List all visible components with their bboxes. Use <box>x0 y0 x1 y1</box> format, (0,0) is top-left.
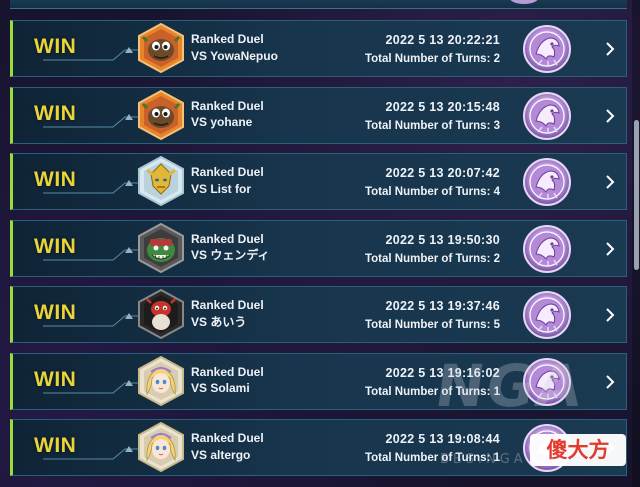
duel-datetime: 2022 5 13 19:08:44 <box>385 432 500 446</box>
pink-dragon-rank-icon <box>522 290 572 340</box>
connector-line <box>43 113 139 128</box>
duel-info: Ranked Duel VS altergo <box>191 430 264 463</box>
duel-history-screen: WIN Ranked Duel VS YowaNepuo 2022 5 13 2… <box>0 0 640 487</box>
opponent-name: VS altergo <box>191 447 251 462</box>
duel-datetime: 2022 5 13 20:22:21 <box>385 33 500 47</box>
duel-row[interactable]: WIN Ranked Duel VS yohane 2022 5 13 20:1… <box>10 86 627 144</box>
duel-info: Ranked Duel VS あいう <box>191 297 264 330</box>
brand-watermark: 傻大方 <box>530 434 626 466</box>
blonde-girl-avatar <box>137 355 185 406</box>
pink-dragon-rank-icon <box>522 91 572 141</box>
total-turns: Total Number of Turns: 3 <box>364 119 500 132</box>
duel-mode: Ranked Duel <box>191 98 264 113</box>
duel-row[interactable]: WIN Ranked Duel VS YowaNepuo 2022 5 13 2… <box>10 20 627 77</box>
opponent-name: VS YowaNepuo <box>191 48 278 63</box>
connector-line <box>43 47 139 61</box>
duel-mode: Ranked Duel <box>191 165 264 179</box>
duel-meta: 2022 5 13 20:22:21 Total Number of Turns… <box>365 31 500 69</box>
opponent-name: VS あいう <box>191 314 247 329</box>
total-turns: Total Number of Turns: 2 <box>364 252 500 265</box>
duel-meta: 2022 5 13 19:37:46 Total Number of Turns… <box>365 297 500 335</box>
golden-warrior-avatar <box>137 156 185 206</box>
red-creature-avatar <box>137 289 185 339</box>
duel-datetime: 2022 5 13 20:07:42 <box>385 166 500 180</box>
duel-meta: 2022 5 13 20:15:48 Total Number of Turns… <box>365 98 500 136</box>
duel-mode: Ranked Duel <box>191 32 264 46</box>
opponent-name: VS yohane <box>191 115 253 129</box>
total-turns: Total Number of Turns: 4 <box>364 186 500 198</box>
opponent-name: VS ウェンディ <box>191 248 270 262</box>
green-monster-avatar <box>137 222 185 273</box>
duel-mode: Ranked Duel <box>191 298 264 312</box>
pink-dragon-rank-icon <box>522 224 572 274</box>
duel-mode: Ranked Duel <box>191 431 264 445</box>
connector-line <box>43 446 139 460</box>
duel-row[interactable]: WIN Ranked Duel VS ウェンディ 2022 5 13 19:50… <box>10 219 627 277</box>
scrollbar[interactable] <box>632 0 640 487</box>
duel-info: Ranked Duel VS yohane <box>191 98 264 131</box>
total-turns: Total Number of Turns: 5 <box>364 319 500 331</box>
duel-mode: Ranked Duel <box>191 364 264 379</box>
pink-dragon-rank-icon <box>522 157 572 207</box>
duel-mode: Ranked Duel <box>191 231 264 246</box>
duel-info: Ranked Duel VS Solami <box>191 364 264 397</box>
nga-watermark-logo: NGA <box>431 352 588 420</box>
duel-datetime: 2022 5 13 19:37:46 <box>385 299 500 313</box>
blonde-girl-avatar <box>137 422 185 472</box>
total-turns: Total Number of Turns: 2 <box>364 53 500 65</box>
scroll-thumb[interactable] <box>634 120 639 270</box>
duel-datetime: 2022 5 13 19:50:30 <box>385 232 500 247</box>
duel-row[interactable]: WIN Ranked Duel VS List for 2022 5 13 20… <box>10 153 627 210</box>
previous-row-partial <box>10 0 627 9</box>
duel-meta: 2022 5 13 20:07:42 Total Number of Turns… <box>365 164 500 202</box>
connector-line <box>43 180 139 194</box>
duel-datetime: 2022 5 13 20:15:48 <box>385 99 500 114</box>
chevron-right-icon[interactable] <box>604 41 616 57</box>
chevron-right-icon[interactable] <box>604 174 616 190</box>
duel-info: Ranked Duel VS ウェンディ <box>191 231 270 264</box>
connector-line <box>43 379 139 394</box>
chevron-right-icon[interactable] <box>604 307 616 323</box>
kuriboh-avatar <box>137 89 185 140</box>
duel-row[interactable]: WIN Ranked Duel VS あいう 2022 5 13 19:37:4… <box>10 286 627 343</box>
opponent-name: VS Solami <box>191 381 250 395</box>
kuriboh-avatar <box>137 23 185 73</box>
duel-info: Ranked Duel VS List for <box>191 164 264 197</box>
pink-dragon-rank-icon <box>522 24 572 74</box>
opponent-name: VS List for <box>191 181 252 196</box>
chevron-right-icon[interactable] <box>604 241 616 257</box>
rank-icon-partial <box>509 0 539 4</box>
duel-info: Ranked Duel VS YowaNepuo <box>191 31 278 64</box>
chevron-right-icon[interactable] <box>604 108 616 124</box>
connector-line <box>43 313 139 327</box>
chevron-right-icon[interactable] <box>604 374 616 390</box>
duel-meta: 2022 5 13 19:50:30 Total Number of Turns… <box>365 231 500 269</box>
connector-line <box>43 246 139 261</box>
